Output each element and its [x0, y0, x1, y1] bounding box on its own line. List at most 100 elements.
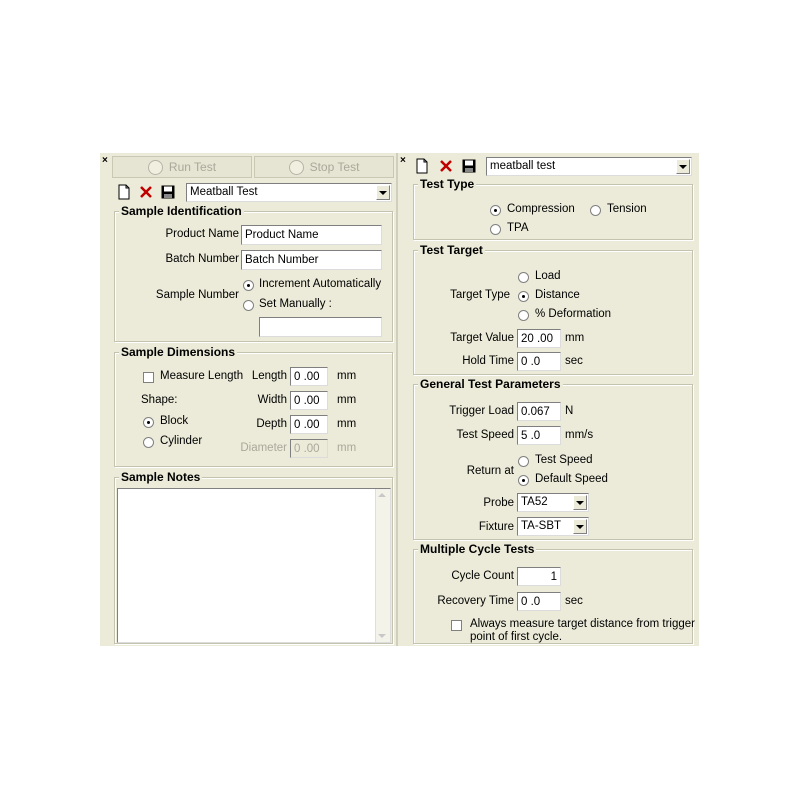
load-radio[interactable] [518, 272, 529, 283]
test-select[interactable]: meatball test [486, 157, 692, 176]
return-test-speed-radio[interactable] [518, 456, 529, 467]
probe-select[interactable]: TA52 [517, 493, 589, 512]
load-label: Load [535, 270, 561, 282]
diameter-unit: mm [337, 442, 357, 454]
stop-test-button[interactable]: Stop Test [254, 156, 394, 178]
compression-radio[interactable] [490, 205, 501, 216]
diameter-label: Diameter [240, 442, 287, 454]
general-test-parameters-title: General Test Parameters [418, 377, 563, 391]
target-type-label: Target Type [450, 289, 510, 301]
measure-length-checkbox[interactable] [143, 372, 154, 383]
close-icon[interactable]: × [400, 155, 406, 166]
length-field[interactable]: 0 .00 [290, 367, 328, 386]
delete-icon[interactable] [438, 158, 454, 174]
sample-identification-title: Sample Identification [119, 204, 244, 218]
save-icon[interactable] [461, 158, 477, 174]
width-unit: mm [337, 394, 357, 406]
product-name-field[interactable]: Product Name [241, 225, 382, 245]
run-test-button[interactable]: Run Test [112, 156, 252, 178]
always-measure-label-line1: Always measure target distance from trig… [470, 618, 695, 630]
test-type-group: Test Type Compression Tension TPA [413, 177, 693, 240]
return-default-speed-label: Default Speed [535, 473, 608, 485]
always-measure-checkbox[interactable] [451, 620, 462, 631]
hold-time-field[interactable]: 0 .0 [517, 352, 561, 371]
increment-automatically-label: Increment Automatically [259, 278, 382, 290]
tpa-label: TPA [507, 222, 529, 234]
width-label: Width [257, 394, 287, 406]
return-default-speed-radio[interactable] [518, 475, 529, 486]
chevron-down-icon[interactable] [573, 495, 587, 510]
length-label: Length [251, 370, 287, 382]
sample-notes-textarea[interactable] [117, 488, 391, 643]
cylinder-label: Cylinder [160, 435, 203, 447]
delete-icon[interactable] [138, 184, 154, 200]
batch-number-field[interactable]: Batch Number [241, 250, 382, 270]
sample-notes-group: Sample Notes [114, 470, 393, 644]
scroll-down-icon[interactable] [378, 634, 386, 638]
distance-radio[interactable] [518, 291, 529, 302]
sample-dimensions-group: Sample Dimensions Measure Length Shape: … [114, 345, 393, 467]
general-test-parameters-group: General Test Parameters Trigger Load 0.0… [413, 377, 693, 540]
sample-identification-group: Sample Identification Product Name Produ… [114, 204, 393, 342]
hold-time-unit: sec [565, 355, 583, 367]
set-manually-label: Set Manually : [259, 298, 332, 310]
deformation-radio[interactable] [518, 310, 529, 321]
stop-test-label: Stop Test [309, 160, 360, 174]
close-icon[interactable]: × [102, 155, 108, 166]
block-label: Block [160, 415, 189, 427]
right-panel: × meatball test Test Type Compression Te… [398, 153, 699, 646]
new-file-icon[interactable] [414, 158, 430, 174]
hold-time-label: Hold Time [462, 355, 514, 367]
product-name-label: Product Name [165, 228, 239, 240]
sample-dimensions-title: Sample Dimensions [119, 345, 238, 359]
depth-unit: mm [337, 418, 357, 430]
test-select-value: Meatball Test [190, 186, 258, 198]
block-radio[interactable] [143, 417, 154, 428]
target-value-unit: mm [565, 332, 585, 344]
diameter-field: 0 .00 [290, 439, 328, 458]
distance-label: Distance [535, 289, 580, 301]
measure-length-label: Measure Length [160, 370, 244, 382]
chevron-down-icon[interactable] [376, 185, 390, 200]
tension-radio[interactable] [590, 205, 601, 216]
tpa-radio[interactable] [490, 224, 501, 235]
save-icon[interactable] [160, 184, 176, 200]
scroll-up-icon[interactable] [378, 493, 386, 497]
cylinder-radio[interactable] [143, 437, 154, 448]
multiple-cycle-tests-group: Multiple Cycle Tests Cycle Count 1 Recov… [413, 542, 695, 644]
compression-label: Compression [507, 203, 575, 215]
trigger-load-field[interactable]: 0.067 [517, 402, 561, 421]
deformation-label: % Deformation [535, 308, 612, 320]
recovery-time-unit: sec [565, 595, 583, 607]
length-unit: mm [337, 370, 357, 382]
target-value-field[interactable]: 20 .00 [517, 329, 561, 348]
new-file-icon[interactable] [116, 184, 132, 200]
fixture-select-value: TA-SBT [521, 520, 562, 532]
fixture-select[interactable]: TA-SBT [517, 517, 589, 536]
fixture-label: Fixture [478, 521, 514, 533]
sample-notes-title: Sample Notes [119, 470, 203, 484]
chevron-down-icon[interactable] [573, 519, 587, 534]
test-target-group: Test Target Load Target Type Distance % … [413, 243, 693, 375]
test-select[interactable]: Meatball Test [186, 183, 392, 202]
sample-number-label: Sample Number [155, 289, 239, 301]
set-manually-radio[interactable] [243, 300, 254, 311]
target-value-label: Target Value [450, 332, 514, 344]
increment-automatically-radio[interactable] [243, 280, 254, 291]
test-type-title: Test Type [418, 177, 477, 191]
shape-label: Shape: [141, 394, 178, 406]
test-speed-field[interactable]: 5 .0 [517, 426, 561, 445]
notes-scrollbar[interactable] [375, 489, 390, 642]
width-field[interactable]: 0 .00 [290, 391, 328, 410]
chevron-down-icon[interactable] [676, 159, 690, 174]
recovery-time-field[interactable]: 0 .0 [517, 592, 561, 611]
cycle-count-field[interactable]: 1 [517, 567, 561, 586]
manual-sample-number-field[interactable] [259, 317, 382, 337]
left-panel: × Run Test Stop Test Meatball Test Sampl… [100, 153, 396, 646]
return-at-label: Return at [466, 465, 514, 477]
test-speed-unit: mm/s [565, 429, 594, 441]
return-test-speed-label: Test Speed [535, 454, 593, 466]
depth-field[interactable]: 0 .00 [290, 415, 328, 434]
cycle-count-value: 1 [550, 571, 557, 583]
always-measure-label-line2: point of first cycle. [470, 631, 563, 643]
